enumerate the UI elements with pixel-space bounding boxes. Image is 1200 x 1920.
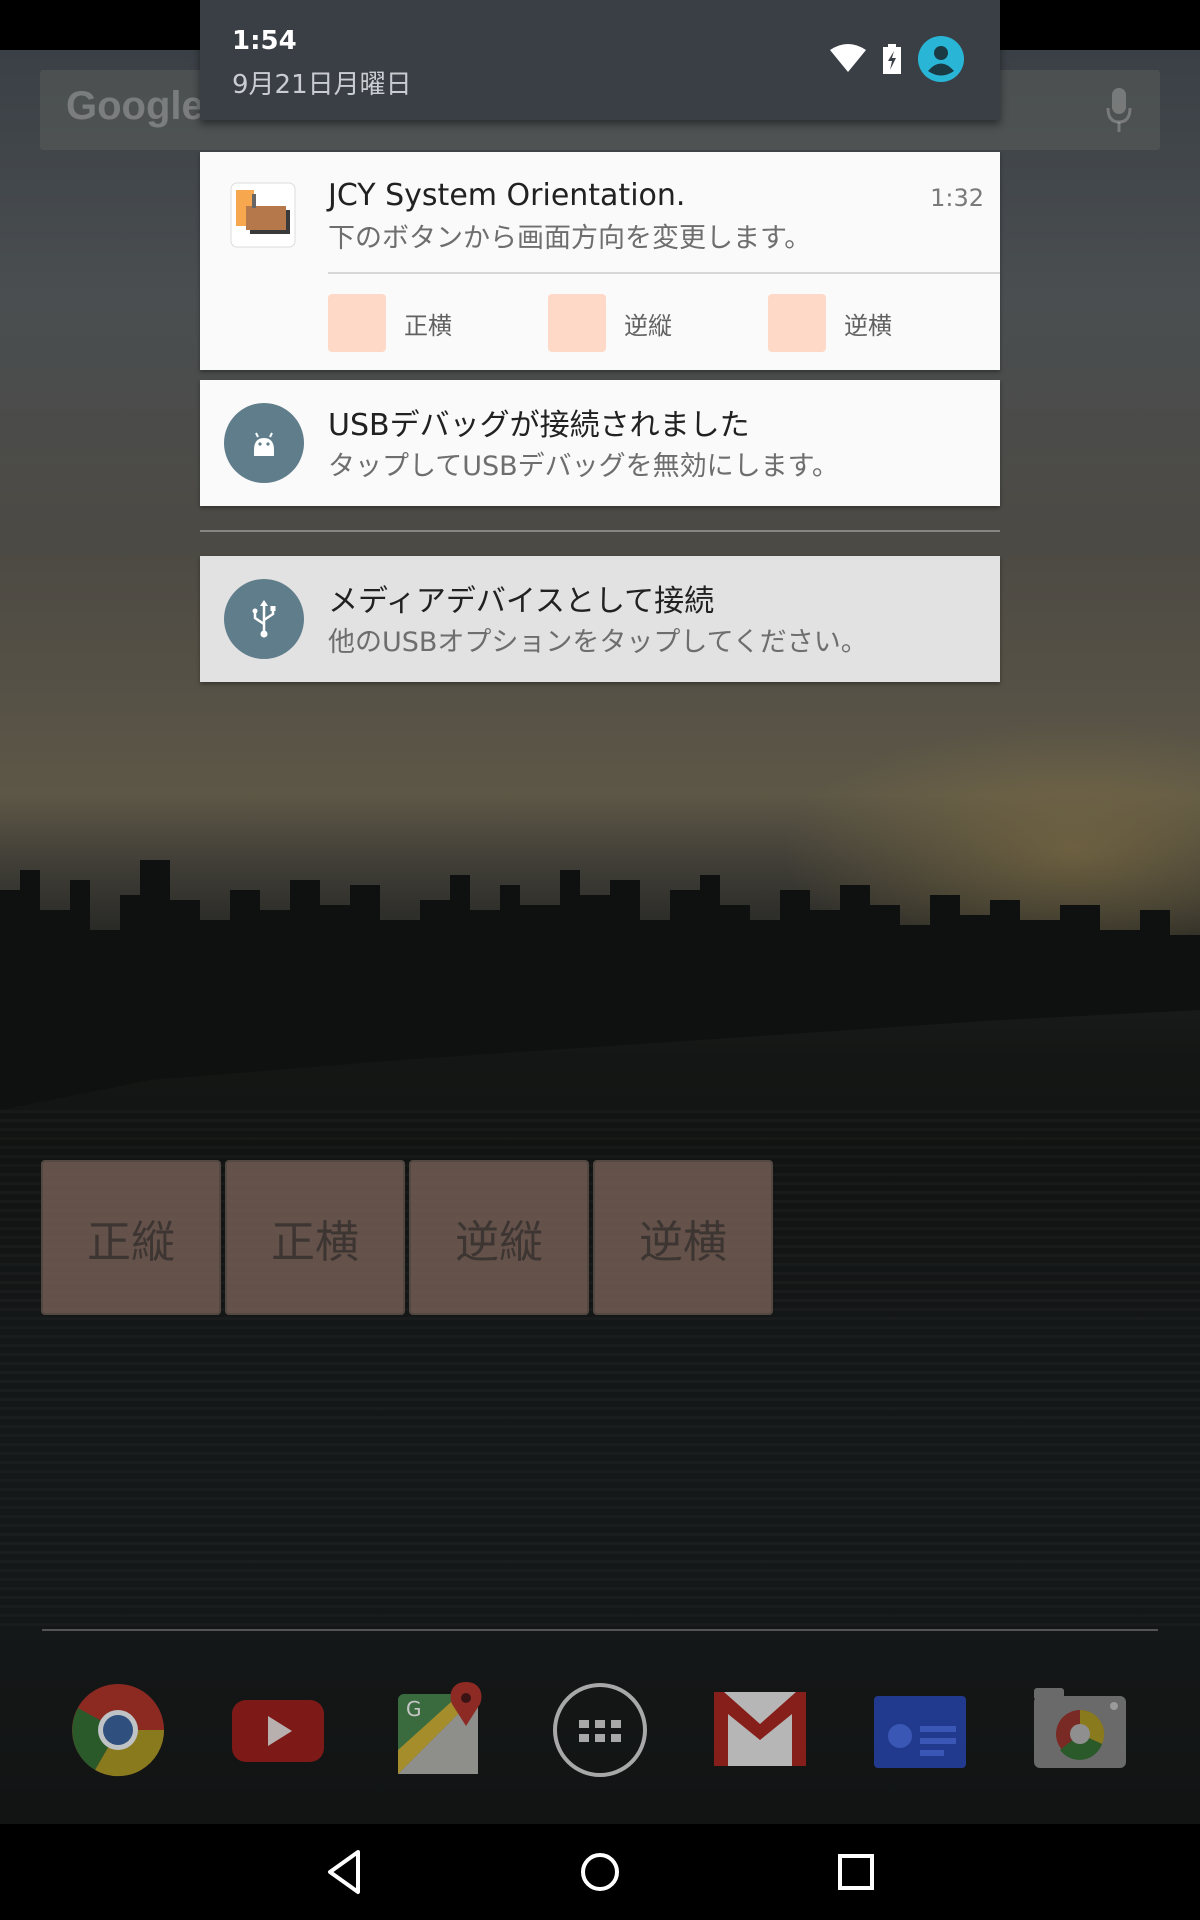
action-reverse-landscape[interactable]: 逆横 [768, 294, 988, 352]
wallpaper-city-skyline [0, 860, 1200, 1110]
widget-button-landscape[interactable]: 正横 [225, 1160, 405, 1315]
quick-settings-header[interactable]: 1:54 9月21日月曜日 [200, 0, 1000, 120]
notification-title: USBデバッグが接続されました [328, 408, 750, 443]
app-drawer-icon[interactable] [550, 1680, 650, 1780]
account-icon[interactable] [918, 36, 964, 82]
widget-button-reverse-portrait[interactable]: 逆縦 [409, 1160, 589, 1315]
mic-icon[interactable] [1106, 88, 1132, 132]
notification-title: JCY System Orientation. [328, 178, 686, 213]
dock-divider [42, 1629, 1158, 1631]
action-reverse-portrait[interactable]: 逆縦 [548, 294, 768, 352]
notification-title: メディアデバイスとして接続 [328, 584, 715, 619]
notification-subtitle: 下のボタンから画面方向を変更します。 [328, 223, 812, 254]
jcy-orientation-app-icon [230, 182, 296, 248]
battery-charging-icon [883, 44, 901, 74]
action-landscape[interactable]: 正横 [328, 294, 548, 352]
notification-actions: 正横 逆縦 逆横 [328, 294, 988, 352]
action-label: 逆横 [844, 311, 892, 340]
google-logo-text: Google [66, 84, 204, 128]
youtube-icon[interactable] [228, 1680, 328, 1780]
widget-button-portrait[interactable]: 正縦 [41, 1160, 221, 1315]
camera-icon[interactable] [1030, 1680, 1130, 1780]
wifi-icon [830, 44, 866, 72]
notification-usb-debugging[interactable]: USBデバッグが接続されました タップしてUSBデバッグを無効にします。 [200, 380, 1000, 506]
gmail-icon[interactable] [710, 1680, 810, 1780]
widget-button-label: 正横 [271, 1216, 359, 1268]
maps-icon[interactable]: G [390, 1680, 490, 1780]
home-icon[interactable] [574, 1846, 626, 1898]
orientation-widget: 正縦 正横 逆縦 逆横 [41, 1160, 773, 1315]
svg-text:G: G [406, 1697, 422, 1721]
widget-button-reverse-landscape[interactable]: 逆横 [593, 1160, 773, 1315]
widget-button-label: 逆縦 [455, 1216, 543, 1268]
action-label: 逆縦 [624, 311, 672, 340]
notification-time: 1:32 [930, 184, 984, 212]
clock: 1:54 [232, 26, 297, 56]
navigation-bar [0, 1824, 1200, 1920]
action-label: 正横 [404, 311, 452, 340]
dock: G [0, 1680, 1200, 1780]
notification-jcy-orientation[interactable]: JCY System Orientation. 1:32 下のボタンから画面方向… [200, 152, 1000, 370]
notification-usb-media-device[interactable]: メディアデバイスとして接続 他のUSBオプションをタップしてください。 [200, 556, 1000, 682]
news-icon[interactable] [870, 1680, 970, 1780]
notification-subtitle: 他のUSBオプションをタップしてください。 [328, 627, 868, 658]
chrome-icon[interactable] [68, 1680, 168, 1780]
widget-button-label: 正縦 [87, 1216, 175, 1268]
action-icon [328, 294, 386, 352]
usb-icon [224, 579, 304, 659]
notification-section-divider [200, 530, 1000, 532]
recents-icon[interactable] [830, 1846, 882, 1898]
status-icons [830, 36, 964, 82]
notification-subtitle: タップしてUSBデバッグを無効にします。 [328, 451, 839, 482]
back-icon[interactable] [318, 1846, 370, 1898]
date: 9月21日月曜日 [232, 70, 412, 100]
notification-divider [328, 272, 1000, 274]
widget-button-label: 逆横 [639, 1216, 727, 1268]
android-debug-icon [224, 403, 304, 483]
action-icon [768, 294, 826, 352]
action-icon [548, 294, 606, 352]
